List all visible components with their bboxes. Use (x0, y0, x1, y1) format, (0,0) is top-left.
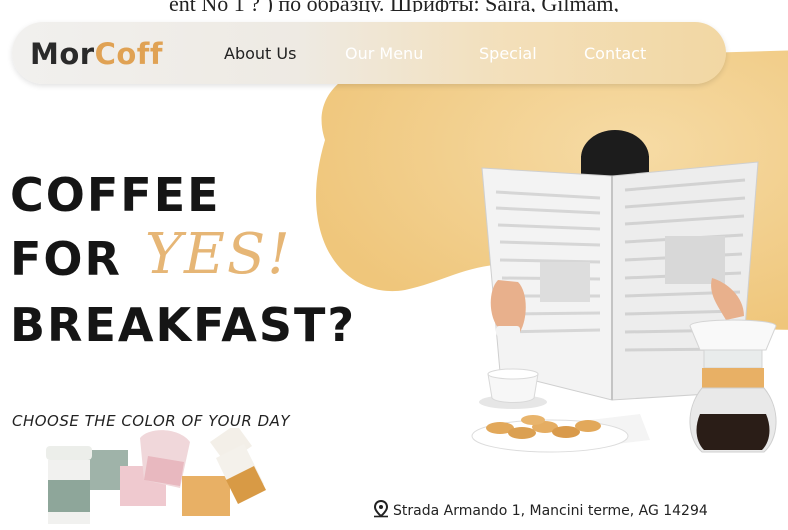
cup-mustard[interactable] (182, 428, 266, 516)
color-cups (46, 428, 266, 524)
coffee-dripper (689, 319, 777, 453)
headline-line-2: FOR (10, 232, 122, 286)
cup-pink[interactable] (120, 430, 190, 506)
map-pin-icon (373, 499, 389, 518)
cookie-plate (471, 414, 650, 453)
navbar: MorCoff About Us Our Menu Special Contac… (12, 22, 726, 84)
address: Strada Armando 1, Mancini terme, AG 1429… (372, 499, 708, 519)
logo-text-coff: Coff (94, 37, 164, 71)
nav-our-menu[interactable]: Our Menu (345, 44, 423, 63)
cup-sage-green[interactable] (46, 446, 128, 524)
headline-line-1: COFFEE (10, 168, 221, 222)
nav-about-us[interactable]: About Us (224, 44, 296, 63)
logo-text-mor: Mor (30, 37, 95, 71)
address-text: Strada Armando 1, Mancini terme, AG 1429… (393, 503, 708, 519)
headline-highlight: YES! (145, 222, 292, 287)
nav-contact[interactable]: Contact (584, 44, 646, 63)
logo[interactable]: MorCoff (30, 37, 163, 71)
nav-special[interactable]: Special (479, 44, 537, 63)
headline-line-3: BREAKFAST? (10, 298, 357, 352)
coffee-cup (479, 368, 547, 409)
tagline: CHOOSE THE COLOR OF YOUR DAY (12, 412, 291, 430)
